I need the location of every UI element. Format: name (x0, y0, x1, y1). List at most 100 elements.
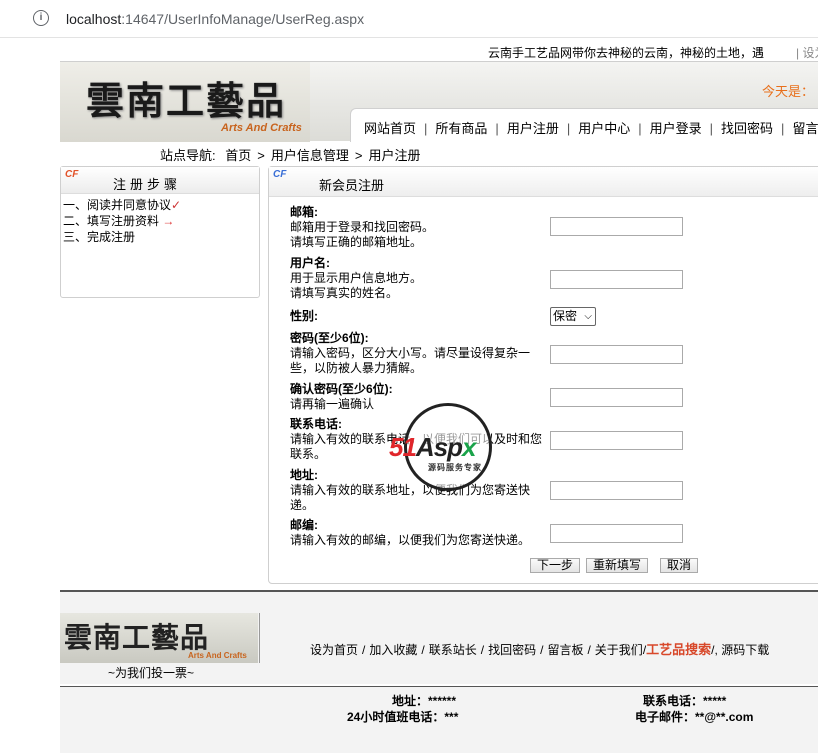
address-input[interactable] (550, 481, 683, 500)
address-field-label: 地址: 请输入有效的联系地址，以便我们为您寄送快 递。 (290, 468, 530, 513)
footer-logo-title: 雲南工藝品 (64, 621, 210, 654)
step-item: 二、填写注册资料 → (63, 213, 181, 229)
nav-find-password[interactable]: 找回密码 (721, 118, 773, 137)
email-input[interactable] (550, 217, 683, 236)
footer-phone: 联系电话：***** (643, 694, 727, 708)
watermark-logo: 51Aspx (389, 432, 477, 463)
zipcode-desc: 请输入有效的邮编，以便我们为您寄送快递。 (290, 533, 531, 547)
form-title: 新会员注册 (319, 178, 385, 193)
set-home-link[interactable]: | 设为 (796, 44, 818, 61)
gender-field-label: 性别: (290, 309, 318, 324)
step-3-label: 三、完成注册 (63, 230, 136, 244)
footer-link-find-password[interactable]: 找回密码 (488, 643, 536, 657)
cf-tag: CF (65, 169, 79, 180)
nav-login[interactable]: 用户登录 (650, 118, 702, 137)
footer-link-contact[interactable]: 联系站长 (429, 643, 477, 657)
nav-message[interactable]: 留言 (792, 118, 818, 137)
step-2-label: 二、填写注册资料 (63, 214, 160, 228)
breadcrumb-home[interactable]: 首页 (225, 148, 251, 163)
breadcrumb-user-manage[interactable]: 用户信息管理 (271, 148, 349, 163)
breadcrumb: 站点导航: 首页 > 用户信息管理 > 用户注册 (160, 145, 420, 164)
footer-logo-subtitle: Arts And Crafts (188, 651, 247, 660)
email-desc-2: 请填写正确的邮箱地址。 (290, 235, 423, 249)
step-item: 三、完成注册 (63, 229, 181, 245)
logo-subtitle: Arts And Crafts (221, 122, 302, 134)
top-marquee: 云南手工艺品网带你去神秘的云南，神秘的土地，遇 (488, 46, 765, 60)
form-panel-header: CF 新会员注册 (269, 167, 818, 197)
confirm-password-label: 确认密码(至少6位): (290, 382, 393, 396)
nav-all-products[interactable]: 所有商品 (435, 118, 487, 137)
confirm-password-input[interactable] (550, 388, 683, 407)
username-desc-2: 请填写真实的姓名。 (290, 286, 399, 300)
watermark-part-2: Asp (415, 432, 463, 462)
steps-panel: CF 注册步骤 一、阅读并同意协议✓ 二、填写注册资料 → 三、完成注册 (60, 166, 260, 298)
footer-link-craft-search[interactable]: 工艺品搜索 (646, 643, 711, 658)
footer-link-set-home[interactable]: 设为首页 (310, 643, 358, 657)
url-text[interactable]: localhost:14647/UserInfoManage/UserReg.a… (66, 11, 364, 27)
password-desc-1: 请输入密码，区分大小写。请尽量设得复杂一 (290, 346, 531, 360)
username-label: 用户名: (290, 256, 330, 270)
footer-links: 设为首页 / 加入收藏 / 联系站长 / 找回密码 / 留言板 / 关于我们/工艺品搜索/, 源码下… (310, 643, 770, 658)
url-path: :14647/UserInfoManage/UserReg.aspx (121, 11, 365, 27)
gender-label: 性别: (290, 309, 318, 323)
browser-address-bar[interactable]: i localhost:14647/UserInfoManage/UserReg… (0, 0, 818, 38)
nav-register[interactable]: 用户注册 (507, 118, 559, 137)
nav-user-center[interactable]: 用户中心 (578, 118, 630, 137)
address-desc-1: 请输入有效的联系地址，以便我们为您寄送快 (290, 483, 531, 497)
steps-title: 注册步骤 (113, 177, 182, 192)
username-field-label: 用户名: 用于显示用户信息地方。 请填写真实的姓名。 (290, 256, 422, 301)
confirm-password-desc: 请再输一遍确认 (290, 397, 375, 411)
username-desc-1: 用于显示用户信息地方。 (290, 271, 423, 285)
cancel-button[interactable]: 取消 (660, 558, 699, 573)
gender-selected: 保密 (553, 309, 578, 323)
footer-link-source-download[interactable]: 源码下载 (721, 643, 769, 657)
breadcrumb-register: 用户注册 (368, 148, 421, 163)
chevron-down-icon: ⌵ (584, 311, 592, 322)
gender-select[interactable]: 保密 ⌵ (550, 307, 596, 326)
password-desc-2: 些，以防被人暴力猜解。 (290, 361, 423, 375)
vote-link[interactable]: ~为我们投一票~ (108, 664, 194, 681)
reset-button[interactable]: 重新填写 (586, 558, 649, 573)
footer-address: 地址：****** (392, 694, 457, 708)
email-desc-1: 邮箱用于登录和找回密码。 (290, 220, 435, 234)
step-item: 一、阅读并同意协议✓ (63, 197, 181, 213)
cf-tag: CF (273, 169, 287, 180)
zipcode-label: 邮编: (290, 518, 318, 532)
phone-input[interactable] (550, 431, 683, 450)
today-label: 今天是： (762, 84, 815, 99)
watermark-part-3: x (462, 432, 477, 462)
footer-logo[interactable]: 雲南工藝品 Arts And Crafts (60, 613, 258, 663)
site-logo[interactable]: 雲南工藝品 Arts And Crafts (60, 62, 310, 142)
steps-list: 一、阅读并同意协议✓ 二、填写注册资料 → 三、完成注册 (63, 197, 181, 245)
zipcode-field-label: 邮编: 请输入有效的邮编，以便我们为您寄送快递。 (290, 518, 530, 548)
watermark-subtitle: 源码服务专家 (428, 463, 482, 472)
email-label: 邮箱: (290, 205, 318, 219)
username-input[interactable] (550, 270, 683, 289)
watermark-part-1: 51 (389, 432, 417, 462)
footer-link-message-board[interactable]: 留言板 (547, 643, 583, 657)
password-label: 密码(至少6位): (290, 331, 369, 345)
zipcode-input[interactable] (550, 524, 683, 543)
breadcrumb-label: 站点导航: (160, 148, 216, 163)
breadcrumb-arrow: > (257, 148, 265, 163)
footer-email: 电子邮件：**@**.com (635, 710, 754, 724)
check-icon: ✓ (171, 198, 182, 212)
address-desc-2: 递。 (290, 498, 315, 512)
password-field-label: 密码(至少6位): 请输入密码，区分大小写。请尽量设得复杂一 些，以防被人暴力猜… (290, 331, 530, 376)
nav-home[interactable]: 网站首页 (364, 118, 416, 137)
info-icon[interactable]: i (33, 10, 49, 26)
main-nav: 网站首页 | 所有商品 | 用户注册 | 用户中心 | 用户登录 | 找回密码 | 留言 (364, 118, 818, 137)
footer-hotline: 24小时值班电话：*** (347, 710, 459, 724)
step-1-label: 一、阅读并同意协议 (63, 198, 172, 212)
confirm-password-field-label: 确认密码(至少6位): 请再输一遍确认 (290, 382, 393, 412)
url-host: localhost (66, 11, 122, 27)
breadcrumb-arrow: > (354, 148, 363, 163)
footer-vertical-divider (259, 613, 260, 663)
footer-link-favorite[interactable]: 加入收藏 (369, 643, 417, 657)
next-step-button[interactable]: 下一步 (530, 558, 581, 573)
password-input[interactable] (550, 345, 683, 364)
steps-panel-header: CF 注册步骤 (61, 167, 259, 194)
footer-link-about[interactable]: 关于我们 (595, 643, 643, 657)
logo-title: 雲南工藝品 (86, 78, 287, 123)
arrow-right-icon: → (162, 214, 175, 228)
